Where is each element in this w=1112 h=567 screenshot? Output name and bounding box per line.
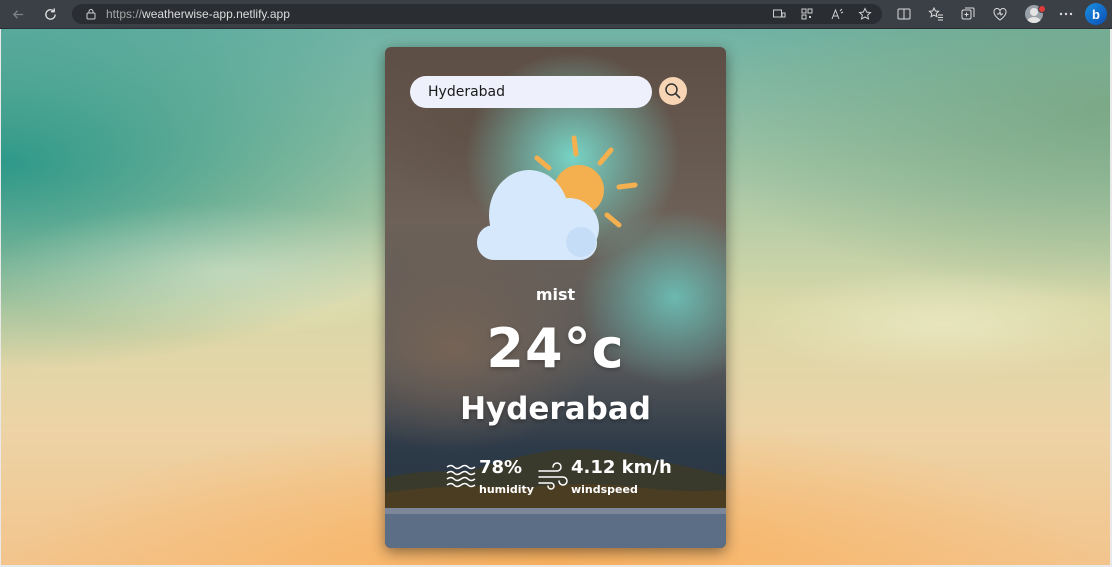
weather-card: mist 24°c Hyderabad 78% humidity 4.12 km… [385,47,726,548]
weather-description: mist [535,285,576,304]
refresh-button[interactable] [40,4,60,24]
humidity-waves-icon [446,464,476,488]
city-search-input[interactable] [410,76,652,108]
more-options-icon[interactable] [1058,6,1074,22]
windspeed-value: 4.12 km/h [571,457,672,478]
search-icon [665,83,681,99]
search-button[interactable] [659,77,687,105]
notification-dot [1038,5,1046,13]
city-name: Hyderabad [460,391,651,427]
browser-essentials-icon[interactable] [992,6,1008,22]
collections-icon[interactable] [960,6,976,22]
address-bar[interactable]: https://weatherwise-app.netlify.app [72,4,882,24]
windspeed-label: windspeed [571,483,638,496]
url-text: https://weatherwise-app.netlify.app [106,7,290,21]
back-arrow-icon [12,9,23,19]
favorites-icon[interactable] [928,6,944,22]
qr-code-icon[interactable] [800,7,814,21]
back-button[interactable] [8,4,28,24]
windspeed-detail: 4.12 km/h windspeed [537,457,677,501]
humidity-label: humidity [479,483,534,496]
humidity-value: 78% [479,457,523,478]
lock-icon [86,9,96,20]
refresh-icon [44,7,56,20]
temperature-value: 24°c [486,317,625,380]
app-available-icon[interactable] [772,7,786,21]
read-aloud-icon[interactable] [830,7,844,21]
browser-toolbar: https://weatherwise-app.netlify.app b [0,0,1112,29]
bing-logo-icon: b [1092,6,1100,22]
split-screen-icon[interactable] [896,6,912,22]
favorite-star-icon[interactable] [858,7,872,21]
bing-copilot-button[interactable]: b [1085,3,1107,25]
partly-cloudy-icon [477,135,638,260]
humidity-detail: 78% humidity [445,457,535,501]
wind-icon [538,462,568,490]
